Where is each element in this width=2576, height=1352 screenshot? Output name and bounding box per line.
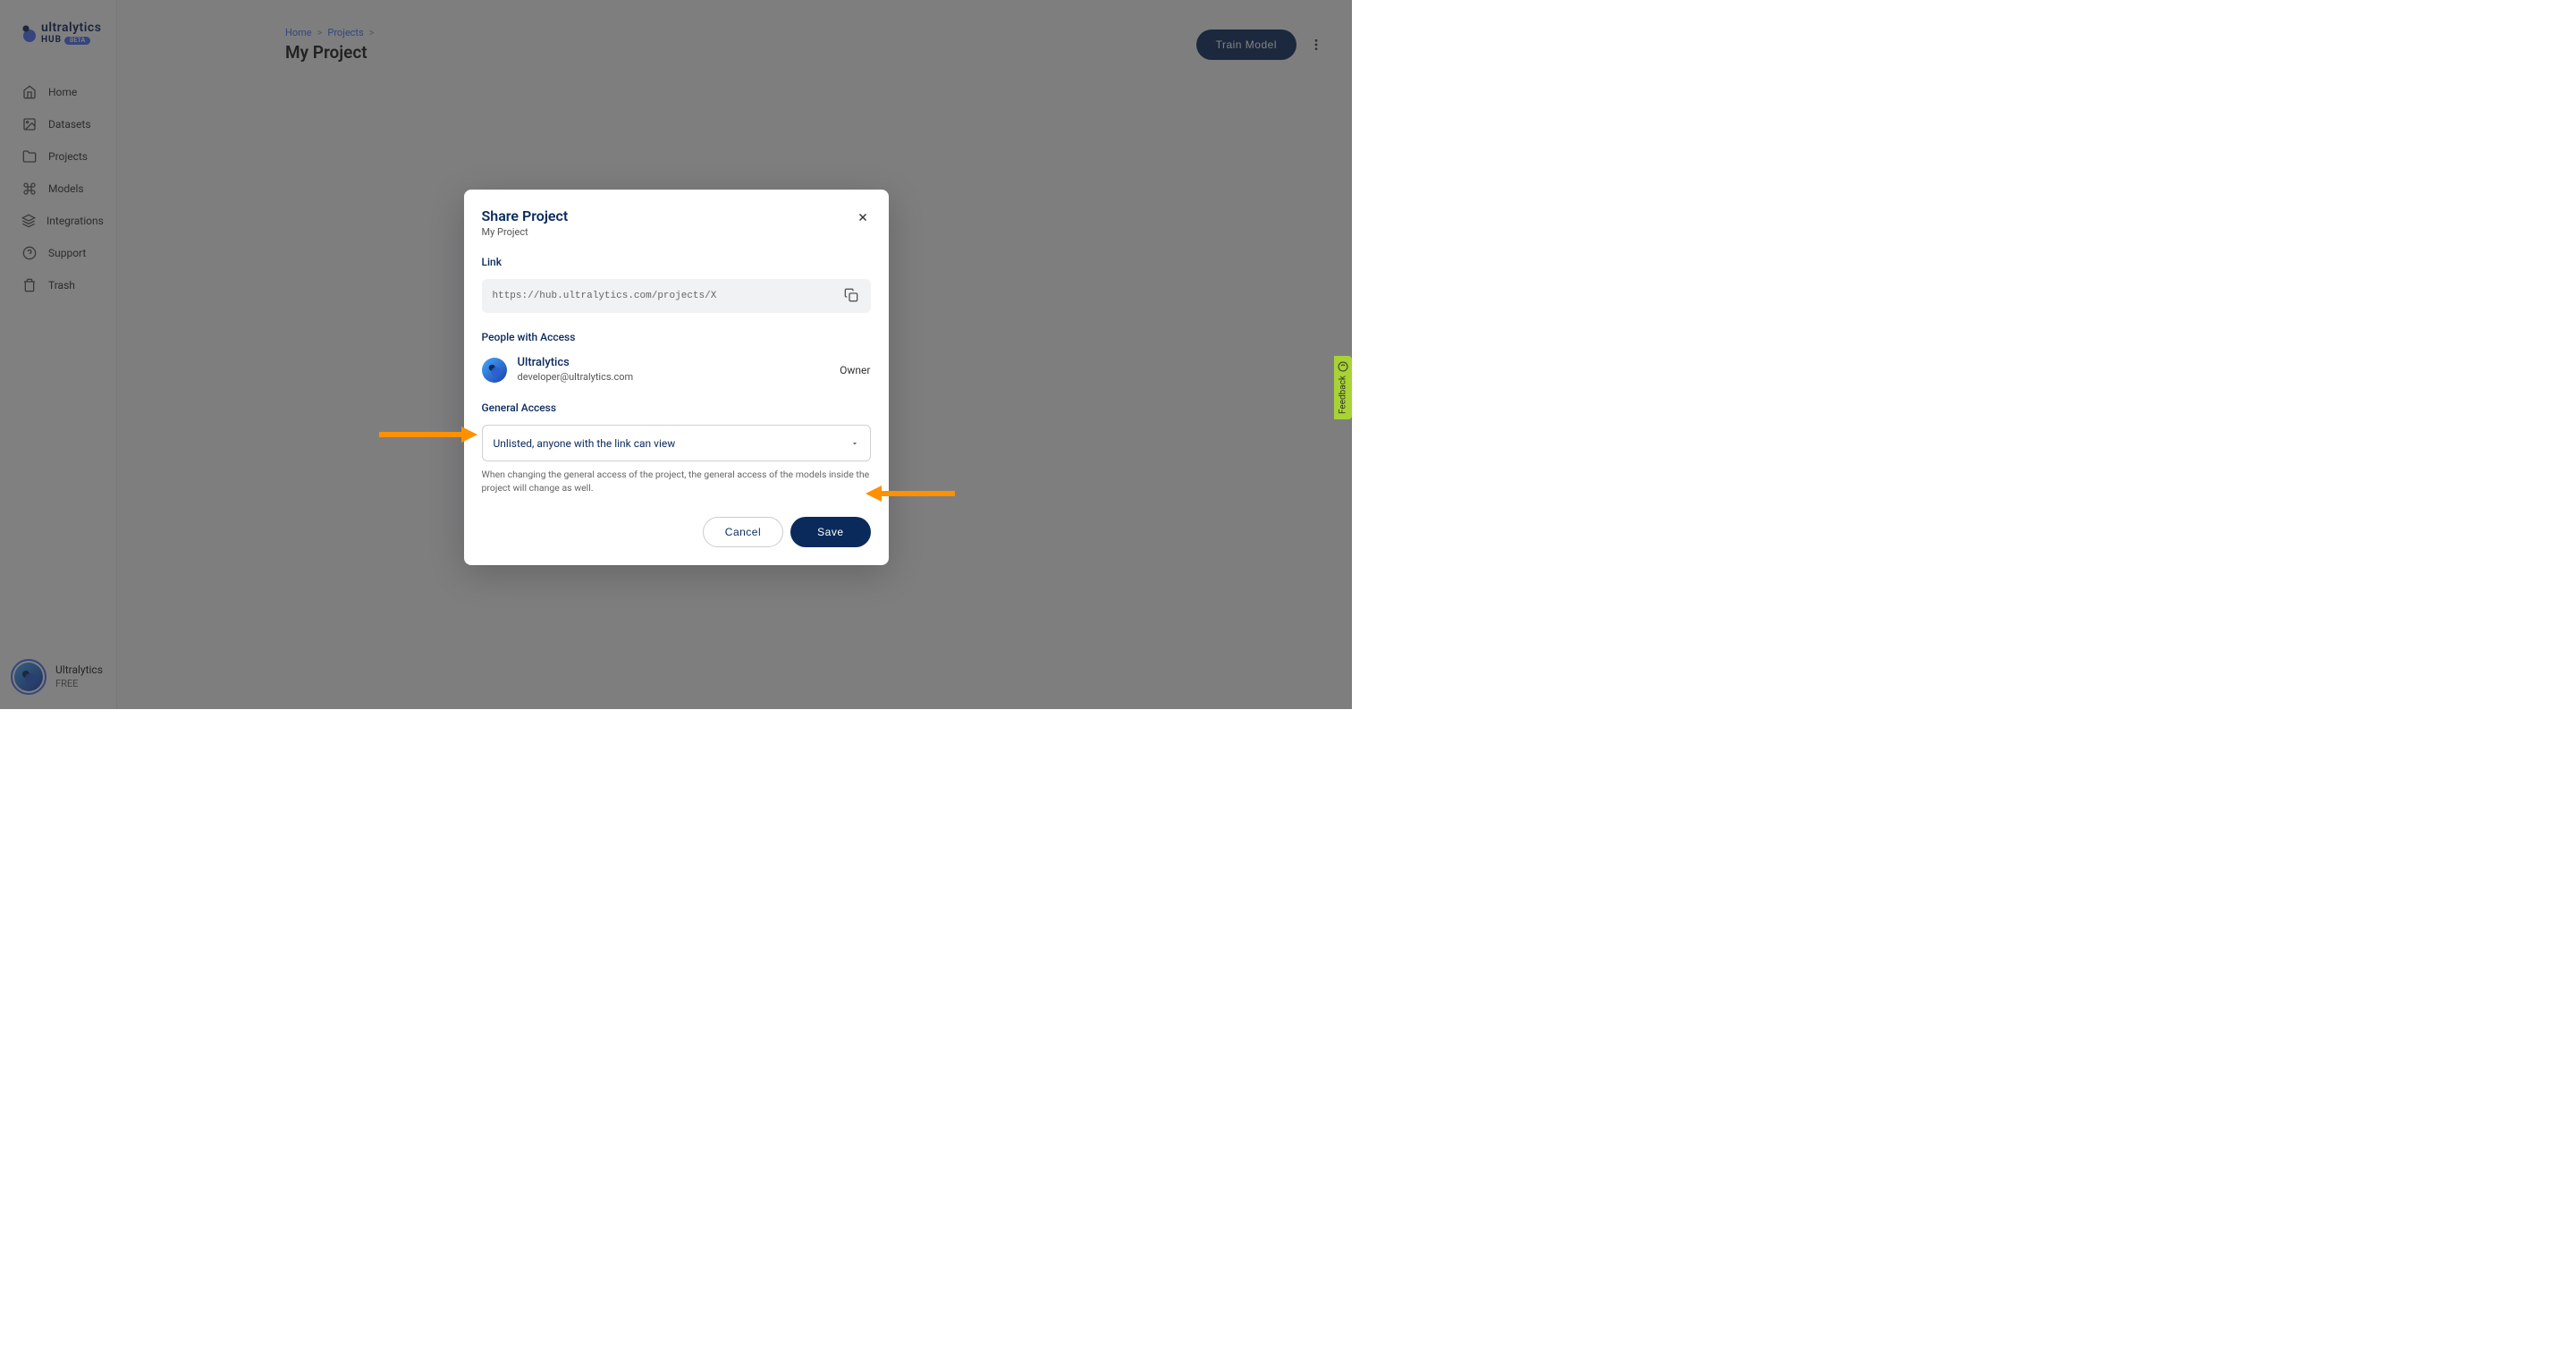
- chevron-down-icon: [850, 435, 859, 452]
- people-name: Ultralytics: [518, 356, 634, 371]
- modal-overlay[interactable]: Share Project My Project Link https://hu…: [0, 0, 1352, 709]
- link-section-label: Link: [482, 256, 871, 268]
- modal-subtitle: My Project: [482, 226, 569, 238]
- annotation-arrow-left: [379, 427, 477, 443]
- general-access-select[interactable]: Unlisted, anyone with the link can view: [482, 425, 871, 461]
- link-url: https://hub.ultralytics.com/projects/X: [493, 291, 717, 301]
- save-button[interactable]: Save: [790, 517, 870, 547]
- feedback-tab[interactable]: Feedback: [1334, 356, 1352, 419]
- link-box: https://hub.ultralytics.com/projects/X: [482, 279, 871, 313]
- modal-title: Share Project: [482, 207, 569, 224]
- cancel-button[interactable]: Cancel: [703, 517, 783, 547]
- access-selected-option: Unlisted, anyone with the link can view: [494, 437, 676, 450]
- feedback-label: Feedback: [1339, 376, 1348, 414]
- access-section-label: General Access: [482, 401, 871, 414]
- people-role: Owner: [840, 364, 870, 376]
- smile-icon: [1338, 361, 1348, 372]
- close-button[interactable]: [855, 209, 871, 225]
- people-section-label: People with Access: [482, 331, 871, 343]
- share-project-modal: Share Project My Project Link https://hu…: [464, 190, 889, 565]
- people-avatar-icon: [482, 358, 507, 383]
- people-email: developer@ultralytics.com: [518, 371, 634, 384]
- people-row: Ultralytics developer@ultralytics.com Ow…: [482, 356, 871, 384]
- access-hint-text: When changing the general access of the …: [482, 469, 871, 494]
- copy-link-button[interactable]: [844, 288, 860, 304]
